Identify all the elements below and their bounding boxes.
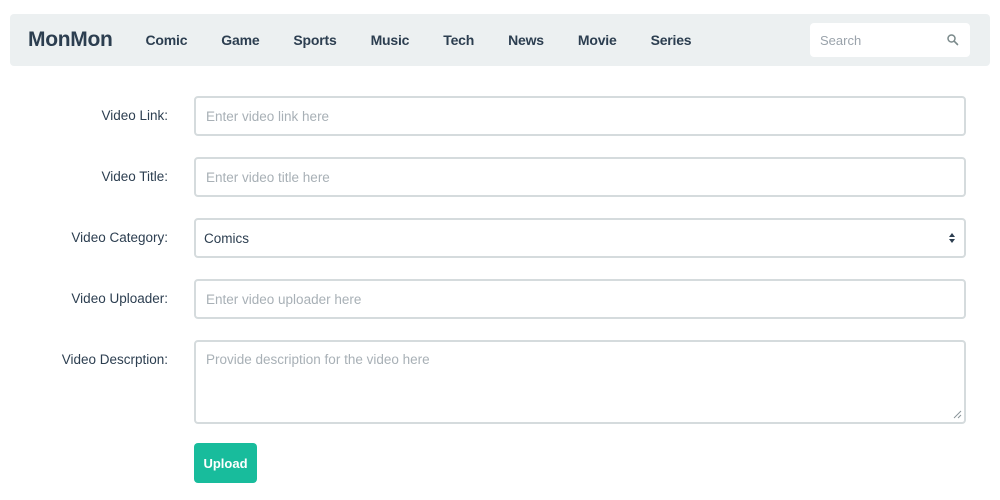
navbar: MonMon Comic Game Sports Music Tech News…: [10, 14, 990, 66]
search-icon[interactable]: [946, 33, 960, 47]
nav-link-news[interactable]: News: [491, 32, 561, 48]
nav-link-movie[interactable]: Movie: [561, 32, 634, 48]
video-description-textarea[interactable]: [194, 340, 966, 424]
nav-link-comic[interactable]: Comic: [129, 32, 205, 48]
nav-link-sports[interactable]: Sports: [276, 32, 353, 48]
video-link-label: Video Link:: [101, 108, 168, 123]
video-title-input[interactable]: [194, 157, 966, 197]
search-box: [810, 23, 970, 57]
video-uploader-input[interactable]: [194, 279, 966, 319]
search-input[interactable]: [820, 32, 930, 48]
video-title-label: Video Title:: [101, 169, 168, 184]
resize-grip-icon[interactable]: [953, 410, 962, 419]
nav-link-music[interactable]: Music: [354, 32, 427, 48]
nav-links: Comic Game Sports Music Tech News Movie …: [129, 32, 709, 48]
brand-logo[interactable]: MonMon: [28, 28, 113, 52]
video-uploader-label: Video Uploader:: [71, 291, 168, 306]
nav-link-game[interactable]: Game: [204, 32, 276, 48]
video-link-input[interactable]: [194, 96, 966, 136]
video-category-value: Comics: [204, 230, 250, 246]
nav-link-tech[interactable]: Tech: [426, 32, 491, 48]
upload-button[interactable]: Upload: [194, 443, 257, 483]
video-category-select[interactable]: Comics: [194, 218, 966, 258]
nav-link-series[interactable]: Series: [634, 32, 709, 48]
video-description-label: Video Descrption:: [61, 352, 168, 367]
select-arrows-icon: [949, 233, 955, 243]
video-category-label: Video Category:: [71, 230, 168, 245]
